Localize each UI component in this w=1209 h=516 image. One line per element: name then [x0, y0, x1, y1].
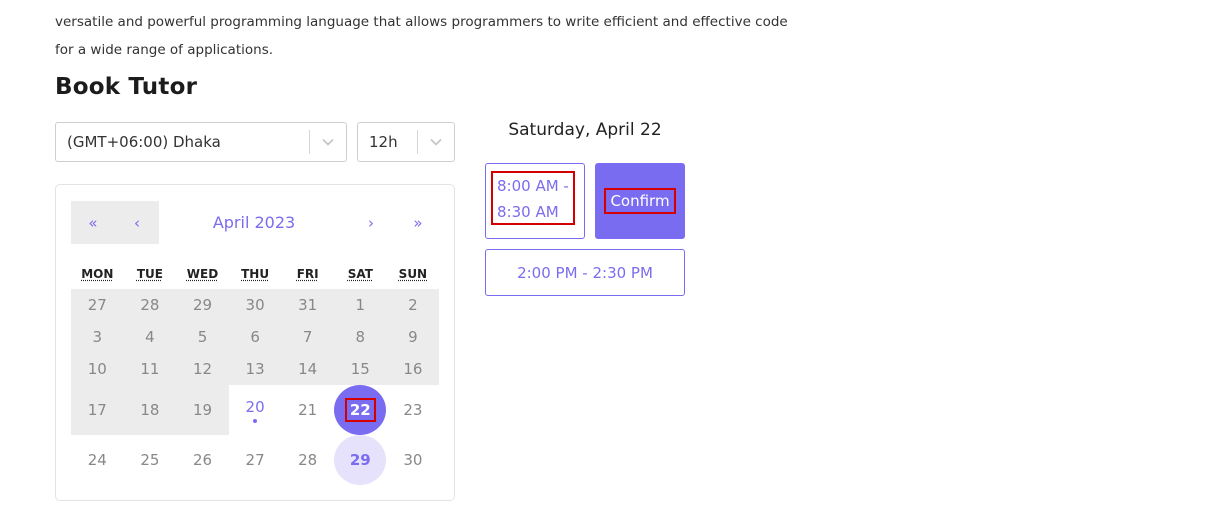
selected-day-circle: 22	[334, 385, 387, 435]
calendar-day: 2	[386, 289, 440, 321]
calendar-day: 10	[71, 353, 124, 385]
calendar-day[interactable]: 25	[124, 435, 177, 485]
calendar-day: 11	[123, 353, 177, 385]
next-year-button[interactable]: »	[393, 201, 443, 244]
time-format-value: 12h	[369, 133, 398, 151]
chevron-down-icon[interactable]	[418, 138, 454, 146]
calendar-day[interactable]: 28	[281, 435, 334, 485]
calendar-day: 28	[123, 289, 177, 321]
book-tutor-heading: Book Tutor	[55, 74, 198, 100]
weekday-wed: WED	[186, 267, 219, 281]
calendar-day: 1	[334, 289, 387, 321]
month-label[interactable]: April 2023	[159, 201, 349, 244]
course-description: versatile and powerful programming langu…	[55, 8, 815, 64]
calendar-day: 29	[176, 289, 229, 321]
timezone-value: (GMT+06:00) Dhaka	[67, 133, 221, 151]
calendar-day: 6	[228, 321, 282, 353]
calendar-day: 4	[123, 321, 177, 353]
calendar-day: 31	[281, 289, 334, 321]
day-number: 20	[245, 397, 265, 416]
weekday-mon: MON	[81, 267, 114, 281]
time-format-select[interactable]: 12h	[357, 122, 455, 162]
time-slot-end: 8:30 AM	[497, 203, 559, 221]
calendar-day: 30	[228, 289, 282, 321]
calendar-day: 14	[281, 353, 334, 385]
calendar-day[interactable]: 23	[387, 385, 440, 435]
calendar-day: 5	[176, 321, 229, 353]
day-number: 29	[349, 451, 371, 469]
calendar-day: 13	[228, 353, 282, 385]
calendar-day: 8	[334, 321, 387, 353]
weekday-sun: SUN	[398, 267, 428, 281]
weekday-thu: THU	[241, 267, 270, 281]
chevron-down-icon[interactable]	[310, 138, 346, 146]
calendar: « ‹ April 2023 › » MON TUE WED THU FRI S…	[55, 184, 455, 501]
time-slot-label: 2:00 PM - 2:30 PM	[517, 263, 653, 282]
prev-month-button[interactable]: ‹	[115, 201, 159, 244]
calendar-day: 16	[386, 353, 440, 385]
calendar-day: 17	[71, 385, 124, 435]
calendar-day: 19	[176, 385, 229, 435]
calendar-day: 7	[281, 321, 334, 353]
calendar-day[interactable]: 27	[229, 435, 282, 485]
calendar-day[interactable]: 30	[387, 435, 440, 485]
time-slot-start: 8:00 AM -	[497, 177, 569, 195]
calendar-day: 27	[71, 289, 124, 321]
next-month-button[interactable]: ›	[349, 201, 393, 244]
weekday-sat: SAT	[347, 267, 373, 281]
calendar-day-available[interactable]: 29	[334, 435, 387, 485]
calendar-day: 15	[334, 353, 387, 385]
calendar-day-selected[interactable]: 22	[334, 385, 387, 435]
calendar-day: 12	[176, 353, 229, 385]
calendar-day[interactable]: 21	[281, 385, 334, 435]
calendar-day[interactable]: 24	[71, 435, 124, 485]
calendar-day-today[interactable]: 20	[229, 385, 282, 435]
calendar-day: 9	[386, 321, 440, 353]
selected-date-title: Saturday, April 22	[508, 120, 662, 140]
time-slot-selected[interactable]: 8:00 AM - 8:30 AM	[485, 163, 585, 239]
today-dot-icon	[253, 418, 258, 423]
calendar-day: 3	[71, 321, 124, 353]
calendar-day: 18	[123, 385, 177, 435]
weekday-tue: TUE	[136, 267, 163, 281]
calendar-day[interactable]: 26	[176, 435, 229, 485]
prev-year-button[interactable]: «	[71, 201, 115, 244]
day-number: 22	[344, 398, 376, 422]
confirm-button[interactable]: Confirm	[595, 163, 685, 239]
description-line-2: for a wide range of applications.	[55, 42, 274, 58]
description-line-1: versatile and powerful programming langu…	[55, 14, 788, 30]
timezone-select[interactable]: (GMT+06:00) Dhaka	[55, 122, 347, 162]
confirm-label: Confirm	[604, 188, 676, 214]
time-slot-label: 8:00 AM - 8:30 AM	[491, 171, 575, 225]
time-slot[interactable]: 2:00 PM - 2:30 PM	[485, 249, 685, 296]
weekday-fri: FRI	[296, 267, 319, 281]
available-day-circle: 29	[334, 435, 387, 485]
